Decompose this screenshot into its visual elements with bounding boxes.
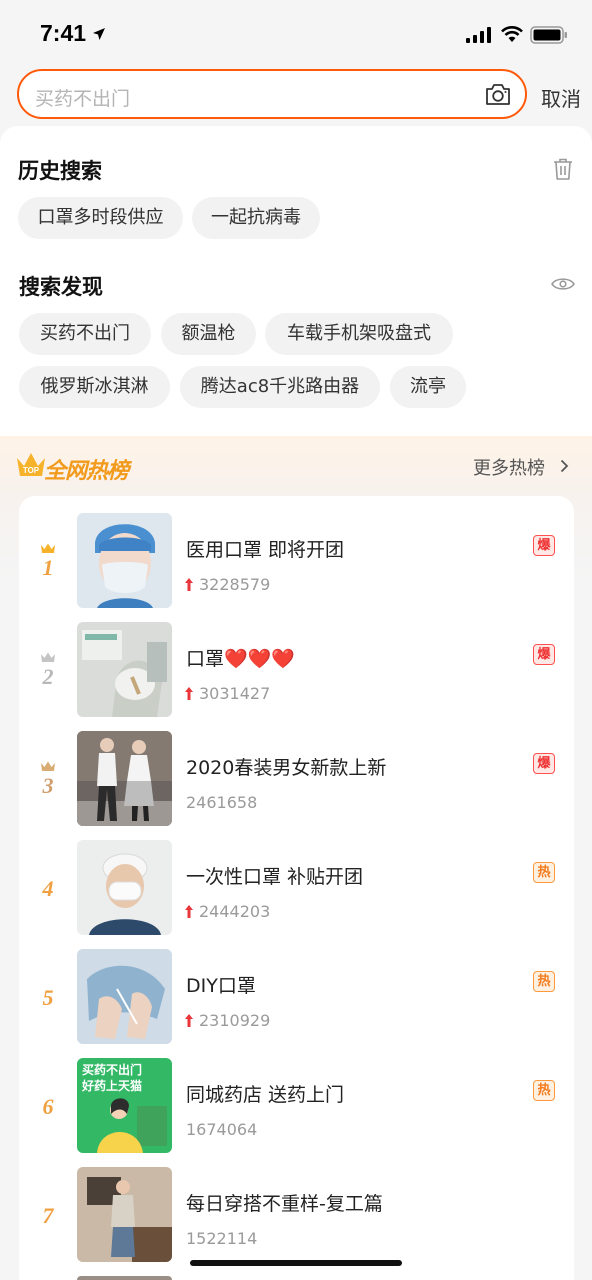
heat-count: 2310929	[199, 1011, 271, 1030]
item-title: 口罩❤️❤️❤️	[186, 648, 295, 670]
hot-badge: 爆	[533, 644, 555, 665]
discover-chip[interactable]: 买药不出门	[19, 313, 151, 355]
rank-number: 6	[42, 1094, 54, 1119]
hot-badge: 热	[533, 1080, 555, 1101]
silver-crown-icon	[41, 652, 55, 662]
discover-chip[interactable]: 车载手机架吸盘式	[265, 313, 453, 355]
eye-icon[interactable]	[551, 276, 575, 292]
cancel-button[interactable]: 取消	[541, 83, 581, 112]
rank-number: 2	[42, 664, 54, 689]
search-placeholder: 买药不出门	[35, 88, 131, 110]
gold-crown-icon	[41, 543, 55, 553]
trend-up-arrow-icon	[185, 1014, 193, 1027]
hot-badge: 热	[533, 862, 555, 883]
item-title: DIY口罩	[186, 975, 256, 997]
trend-up-arrow-icon	[185, 578, 193, 591]
product-thumbnail-peek	[77, 1276, 172, 1280]
rank-number: 4	[42, 876, 54, 901]
status-bar: 7:41	[0, 0, 592, 64]
item-title: 同城药店 送药上门	[186, 1084, 345, 1106]
hot-badge: 爆	[533, 753, 555, 774]
heat-count: 1674064	[186, 1120, 258, 1139]
discover-chip[interactable]: 腾达ac8千兆路由器	[180, 366, 380, 408]
wifi-icon	[501, 26, 523, 42]
product-thumbnail	[77, 622, 172, 717]
discover-chip[interactable]: 流亭	[390, 366, 466, 408]
hot-list-item[interactable]: 2 口罩❤️❤️❤️ 3031427 爆	[19, 622, 574, 731]
item-title: 医用口罩 即将开团	[186, 539, 345, 561]
hot-list-item[interactable]: 6 买药不出门 好药上天猫 同城药店 送药上门 1674064 热	[19, 1058, 574, 1167]
hot-badge: 热	[533, 971, 555, 992]
trend-up-arrow-icon	[185, 905, 193, 918]
product-thumbnail	[77, 513, 172, 608]
rank-number: 3	[42, 773, 54, 798]
heat-count: 2461658	[186, 793, 258, 812]
status-time: 7:41	[40, 20, 87, 46]
location-arrow-icon	[93, 28, 105, 40]
item-title: 2020春装男女新款上新	[186, 757, 387, 779]
hot-list-item[interactable]: 4 一次性口罩 补贴开团 2444203 热	[19, 840, 574, 949]
battery-icon	[530, 26, 567, 44]
product-thumbnail	[77, 949, 172, 1044]
heat-count: 2444203	[199, 902, 271, 921]
trash-icon[interactable]	[553, 158, 573, 180]
discover-chip[interactable]: 额温枪	[161, 313, 256, 355]
hot-badge: 爆	[533, 535, 555, 556]
product-thumbnail	[77, 1167, 172, 1262]
heat-count: 3228579	[199, 575, 271, 594]
bronze-crown-icon	[41, 761, 55, 771]
trend-up-arrow-icon	[185, 687, 193, 700]
item-title: 一次性口罩 补贴开团	[186, 866, 364, 888]
svg-text:TOP: TOP	[23, 466, 40, 475]
rank-number: 7	[42, 1203, 54, 1228]
home-indicator	[190, 1260, 402, 1266]
hot-list-title: 全网热榜	[44, 459, 129, 484]
hot-list-item[interactable]: 1 医用口罩 即将开团 3228579 爆	[19, 513, 574, 622]
history-chip[interactable]: 一起抗病毒	[192, 197, 320, 239]
rank-number: 5	[42, 985, 54, 1010]
history-title: 历史搜索	[18, 159, 102, 183]
more-hot-link[interactable]: 更多热榜	[473, 454, 545, 480]
chevron-right-icon[interactable]	[560, 459, 569, 473]
product-thumbnail: 买药不出门 好药上天猫	[77, 1058, 172, 1153]
camera-icon[interactable]	[485, 82, 511, 106]
product-thumbnail	[77, 731, 172, 826]
search-input[interactable]: 买药不出门	[17, 69, 527, 119]
heat-count: 3031427	[199, 684, 271, 703]
crown-logo-icon: TOP	[17, 453, 45, 476]
rank-number: 1	[42, 555, 54, 580]
discover-title: 搜索发现	[19, 275, 103, 299]
heat-count: 1522114	[186, 1229, 258, 1248]
history-chip[interactable]: 口罩多时段供应	[18, 197, 183, 239]
cellular-signal-icon	[466, 27, 491, 43]
hot-list-item[interactable]: 3 2020春装男女新款上新 2461658 爆	[19, 731, 574, 840]
item-title: 每日穿搭不重样-复工篇	[186, 1193, 383, 1215]
product-thumbnail	[77, 840, 172, 935]
hot-list-item[interactable]: 5 DIY口罩 2310929 热	[19, 949, 574, 1058]
discover-chip[interactable]: 俄罗斯冰淇淋	[19, 366, 170, 408]
